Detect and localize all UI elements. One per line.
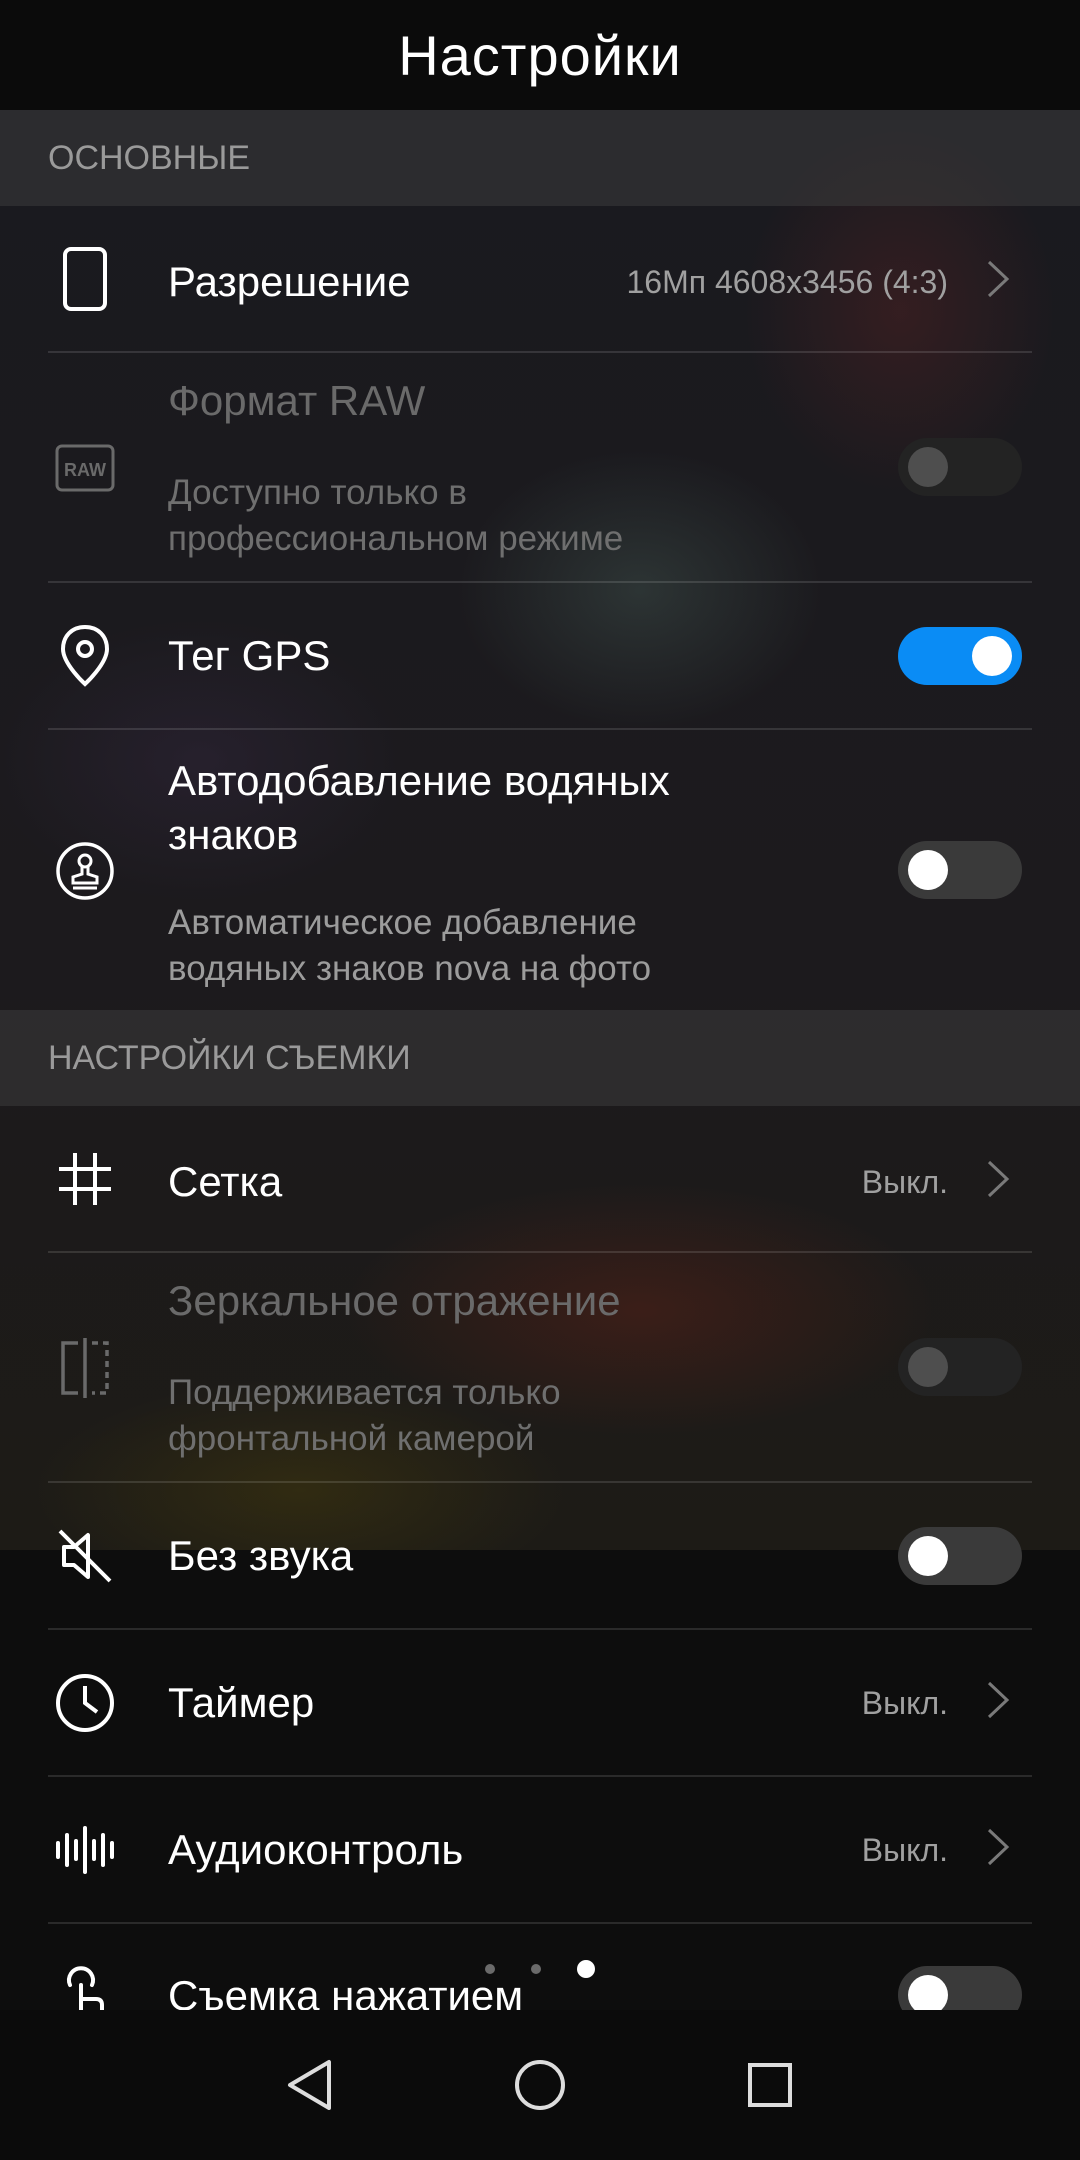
setting-label: Формат RAW bbox=[168, 377, 426, 424]
speaker-mute-icon bbox=[50, 1521, 120, 1591]
setting-timer[interactable]: Таймер Выкл. bbox=[0, 1630, 1080, 1775]
setting-value: Выкл. bbox=[861, 1685, 948, 1721]
setting-label: Автодобавление водяных знаков bbox=[168, 757, 670, 858]
setting-value: Выкл. bbox=[861, 1832, 948, 1868]
page-indicator bbox=[0, 1960, 1080, 1978]
setting-value: Выкл. bbox=[861, 1164, 948, 1200]
mirror-toggle bbox=[898, 1338, 1022, 1396]
setting-watermark[interactable]: Автодобавление водяных знаков Автоматиче… bbox=[0, 730, 1080, 1010]
section-header-basic: ОСНОВНЫЕ bbox=[0, 110, 1080, 206]
mute-toggle[interactable] bbox=[898, 1527, 1022, 1585]
setting-label: Таймер bbox=[168, 1679, 315, 1726]
page-dot-active bbox=[577, 1960, 595, 1978]
chevron-right-icon bbox=[987, 1828, 1010, 1866]
raw-toggle bbox=[898, 438, 1022, 496]
chevron-right-icon bbox=[987, 1160, 1010, 1198]
setting-description: Доступно только в профессиональном режим… bbox=[168, 473, 624, 558]
watermark-toggle[interactable] bbox=[898, 841, 1022, 899]
setting-value: 16Мп 4608x3456 (4:3) bbox=[626, 264, 948, 300]
setting-label: Тег GPS bbox=[168, 632, 331, 679]
grid-icon bbox=[50, 1144, 120, 1214]
home-button[interactable] bbox=[500, 2045, 580, 2125]
back-triangle-icon bbox=[288, 2060, 331, 2110]
back-button[interactable] bbox=[270, 2045, 350, 2125]
camera-settings-screen: Настройки ОСНОВНЫЕ Разрешение 16Мп 4608x… bbox=[0, 0, 1080, 2160]
svg-text:RAW: RAW bbox=[64, 460, 106, 480]
setting-mute[interactable]: Без звука bbox=[0, 1483, 1080, 1628]
phone-outline-icon bbox=[50, 244, 120, 314]
setting-label: Разрешение bbox=[168, 258, 411, 305]
setting-grid[interactable]: Сетка Выкл. bbox=[0, 1106, 1080, 1252]
system-nav-bar bbox=[0, 2010, 1080, 2160]
home-circle-icon bbox=[515, 2060, 565, 2110]
page-dot bbox=[531, 1964, 541, 1974]
setting-audio-control[interactable]: Аудиоконтроль Выкл. bbox=[0, 1777, 1080, 1922]
clock-icon bbox=[50, 1668, 120, 1738]
setting-gps-tag[interactable]: Тег GPS bbox=[0, 583, 1080, 728]
setting-label: Без звука bbox=[168, 1532, 354, 1579]
setting-description: Поддерживается только фронтальной камеро… bbox=[168, 1373, 561, 1458]
mirror-icon bbox=[50, 1333, 120, 1403]
setting-description: Автоматическое добавление водяных знаков… bbox=[168, 903, 652, 988]
audio-wave-icon bbox=[50, 1815, 120, 1885]
recents-button[interactable] bbox=[730, 2045, 810, 2125]
recents-square-icon bbox=[748, 2063, 792, 2107]
location-pin-icon bbox=[50, 621, 120, 691]
gps-toggle[interactable] bbox=[898, 627, 1022, 685]
chevron-right-icon bbox=[987, 260, 1010, 298]
setting-label: Сетка bbox=[168, 1158, 283, 1205]
chevron-right-icon bbox=[987, 1681, 1010, 1719]
setting-raw-format: RAW Формат RAW Доступно только в професс… bbox=[0, 353, 1080, 581]
raw-icon: RAW bbox=[50, 433, 120, 503]
setting-resolution[interactable]: Разрешение 16Мп 4608x3456 (4:3) bbox=[0, 206, 1080, 352]
page-dot bbox=[485, 1964, 495, 1974]
page-title: Настройки bbox=[0, 0, 1080, 110]
setting-mirror: Зеркальное отражение Поддерживается толь… bbox=[0, 1253, 1080, 1481]
setting-label: Зеркальное отражение bbox=[168, 1277, 621, 1324]
section-header-shooting: НАСТРОЙКИ СЪЕМКИ bbox=[0, 1010, 1080, 1106]
stamp-icon bbox=[50, 836, 120, 906]
setting-label: Аудиоконтроль bbox=[168, 1826, 464, 1873]
